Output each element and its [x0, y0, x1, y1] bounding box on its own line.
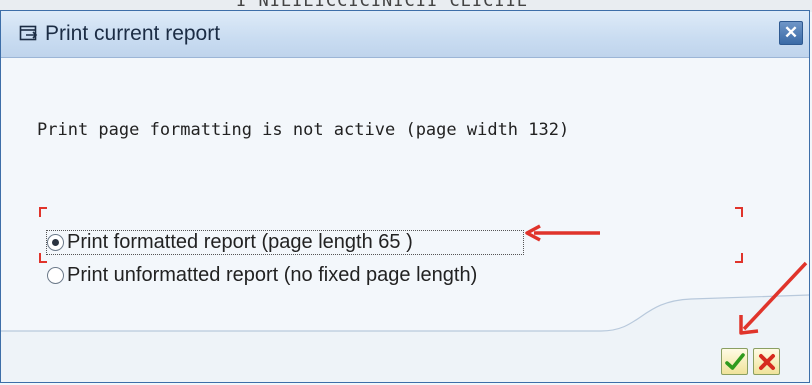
window-title: Print current report	[45, 22, 221, 45]
red-x-icon	[758, 354, 775, 370]
annotation-arrow-diagonal	[739, 261, 808, 335]
green-checkmark-icon	[724, 353, 745, 370]
option-formatted-label[interactable]: Print formatted report (page length 65 )	[67, 231, 413, 254]
cancel-button[interactable]	[753, 348, 780, 375]
info-message: Print page formatting is not active (pag…	[37, 120, 570, 140]
annotation-corner-tl	[39, 207, 47, 217]
annotation-corner-tr	[735, 207, 743, 217]
option-formatted[interactable]: Print formatted report (page length 65 )	[47, 229, 413, 255]
title-bar: Print current report ✕	[1, 11, 809, 58]
close-button[interactable]: ✕	[779, 21, 803, 45]
confirm-button[interactable]	[721, 348, 748, 375]
footer-separator	[1, 294, 809, 382]
annotation-arrow-left	[525, 224, 600, 242]
close-icon: ✕	[783, 23, 799, 42]
radio-formatted[interactable]	[47, 233, 64, 251]
popup-window-icon	[19, 24, 39, 44]
print-dialog: Print current report ✕ Print page format…	[0, 10, 810, 383]
